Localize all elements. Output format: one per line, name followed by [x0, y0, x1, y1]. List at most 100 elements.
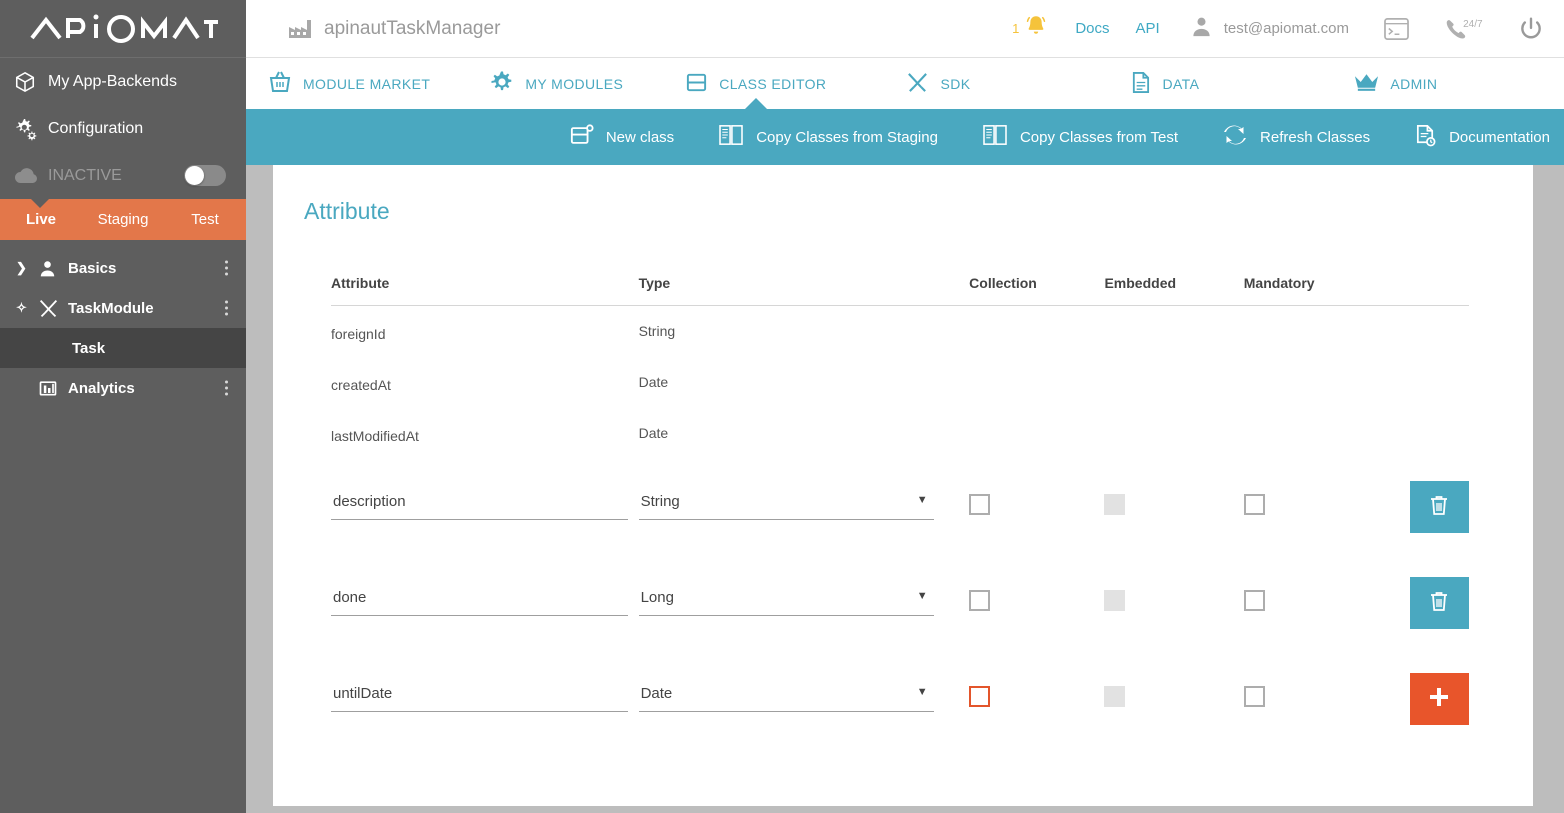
mandatory-checkbox[interactable] — [1244, 494, 1265, 515]
application-window: My App-Backends Configuration INACTIVE — [0, 0, 1564, 813]
attribute-name-input[interactable] — [331, 493, 628, 520]
crown-icon — [1354, 72, 1379, 95]
tree-item-analytics[interactable]: Analytics — [0, 368, 246, 408]
delete-attribute-button[interactable] — [1410, 481, 1469, 533]
mandatory-cell — [1244, 651, 1410, 747]
embedded-cell — [1104, 651, 1243, 747]
chart-icon — [38, 378, 68, 398]
tree-item-task[interactable]: Task — [0, 328, 246, 368]
tree-options-kebab-icon[interactable] — [225, 381, 228, 396]
tree-item-basics[interactable]: ❯ Basics — [0, 248, 246, 288]
env-tab-staging[interactable]: Staging — [82, 211, 164, 228]
tab-module-market[interactable]: MODULE MARKET — [268, 58, 430, 109]
table-row: lastModifiedAt Date — [331, 408, 1469, 459]
class-editor-toolbar: New class Copy Classes from Staging Copy… — [246, 109, 1564, 165]
basket-icon — [268, 70, 292, 97]
tree-options-kebab-icon[interactable] — [225, 261, 228, 276]
column-header-attribute: Attribute — [331, 275, 639, 306]
sidebar-label: Configuration — [48, 120, 143, 138]
docs-link[interactable]: Docs — [1075, 20, 1109, 37]
tree-label: Basics — [68, 260, 116, 277]
user-account[interactable]: test@apiomat.com — [1190, 15, 1349, 43]
terminal-icon[interactable] — [1383, 17, 1410, 41]
tree-options-kebab-icon[interactable] — [225, 301, 228, 316]
env-tab-live[interactable]: Live — [0, 211, 82, 228]
sidebar-label: My App-Backends — [48, 73, 177, 91]
attribute-name-input[interactable] — [331, 685, 628, 712]
tree-label: TaskModule — [68, 300, 154, 317]
table-row: Long ▼ — [331, 555, 1469, 651]
tab-data[interactable]: DATA — [1130, 58, 1199, 109]
tab-my-modules[interactable]: MY MODULES — [490, 58, 623, 109]
api-link[interactable]: API — [1136, 20, 1160, 37]
documentation-icon — [1414, 124, 1437, 151]
action-cell — [1410, 357, 1469, 408]
toolbar-label: Refresh Classes — [1260, 129, 1370, 146]
attribute-type: String — [639, 306, 970, 357]
tab-label: SDK — [940, 76, 970, 92]
notifications[interactable]: 1 — [1012, 13, 1049, 44]
copy-icon — [718, 124, 744, 150]
delete-attribute-button[interactable] — [1410, 577, 1469, 629]
type-select[interactable]: String ▼ — [639, 493, 934, 520]
refresh-classes-button[interactable]: Refresh Classes — [1222, 124, 1370, 150]
type-select-value: Date — [639, 685, 934, 712]
toolbar-label: Copy Classes from Test — [1020, 129, 1178, 146]
attribute-type-cell: String ▼ — [639, 459, 970, 555]
attribute-type-cell: Date ▼ — [639, 651, 970, 747]
new-class-button[interactable]: New class — [570, 124, 674, 151]
support-phone-icon[interactable]: 24/7 — [1444, 17, 1484, 41]
copy-classes-from-test-button[interactable]: Copy Classes from Test — [982, 124, 1178, 150]
chevron-down-icon[interactable]: ✧ — [16, 300, 38, 316]
mandatory-checkbox[interactable] — [1244, 686, 1265, 707]
brand-logo[interactable] — [0, 0, 246, 58]
collection-cell — [969, 357, 1104, 408]
collection-checkbox[interactable] — [969, 590, 990, 611]
tab-class-editor[interactable]: CLASS EDITOR — [685, 58, 826, 109]
bell-icon[interactable] — [1023, 13, 1049, 44]
column-header-embedded: Embedded — [1104, 275, 1243, 306]
documentation-button[interactable]: Documentation — [1414, 124, 1550, 151]
tree-label: Analytics — [68, 380, 135, 397]
active-toggle[interactable] — [184, 165, 226, 186]
copy-classes-from-staging-button[interactable]: Copy Classes from Staging — [718, 124, 938, 150]
mandatory-cell — [1244, 555, 1410, 651]
collection-checkbox[interactable] — [969, 494, 990, 515]
tab-label: ADMIN — [1390, 76, 1437, 92]
collection-checkbox[interactable] — [969, 686, 990, 707]
embedded-checkbox — [1104, 686, 1125, 707]
action-cell — [1410, 459, 1469, 555]
collection-cell — [969, 651, 1104, 747]
sidebar-item-configuration[interactable]: Configuration — [0, 105, 246, 152]
person-icon — [38, 259, 68, 278]
gear-icon — [490, 70, 514, 97]
type-select[interactable]: Date ▼ — [639, 685, 934, 712]
mandatory-cell — [1244, 306, 1410, 357]
tree-label: Task — [72, 340, 105, 357]
column-header-actions — [1410, 275, 1469, 306]
type-select[interactable]: Long ▼ — [639, 589, 934, 616]
type-select-value: String — [639, 493, 934, 520]
new-class-icon — [570, 124, 594, 151]
power-icon[interactable] — [1518, 16, 1544, 42]
refresh-icon — [1222, 124, 1248, 150]
env-tab-test[interactable]: Test — [164, 211, 246, 228]
table-row: String ▼ — [331, 459, 1469, 555]
tab-admin[interactable]: ADMIN — [1354, 58, 1437, 109]
tools-icon — [906, 71, 929, 97]
table-row: createdAt Date — [331, 357, 1469, 408]
copy-icon — [982, 124, 1008, 150]
sidebar-item-inactive-status: INACTIVE — [0, 152, 246, 199]
tab-sdk[interactable]: SDK — [906, 58, 970, 109]
attribute-name-cell — [331, 459, 639, 555]
column-header-collection: Collection — [969, 275, 1104, 306]
tab-label: MY MODULES — [525, 76, 623, 92]
chevron-right-icon[interactable]: ❯ — [16, 260, 38, 276]
sidebar-item-my-app-backends[interactable]: My App-Backends — [0, 58, 246, 105]
tree-item-taskmodule[interactable]: ✧ TaskModule — [0, 288, 246, 328]
attribute-name-input[interactable] — [331, 589, 628, 616]
mandatory-checkbox[interactable] — [1244, 590, 1265, 611]
add-attribute-button[interactable] — [1410, 673, 1469, 725]
embedded-checkbox — [1104, 494, 1125, 515]
apiomat-logo-icon — [28, 12, 218, 46]
